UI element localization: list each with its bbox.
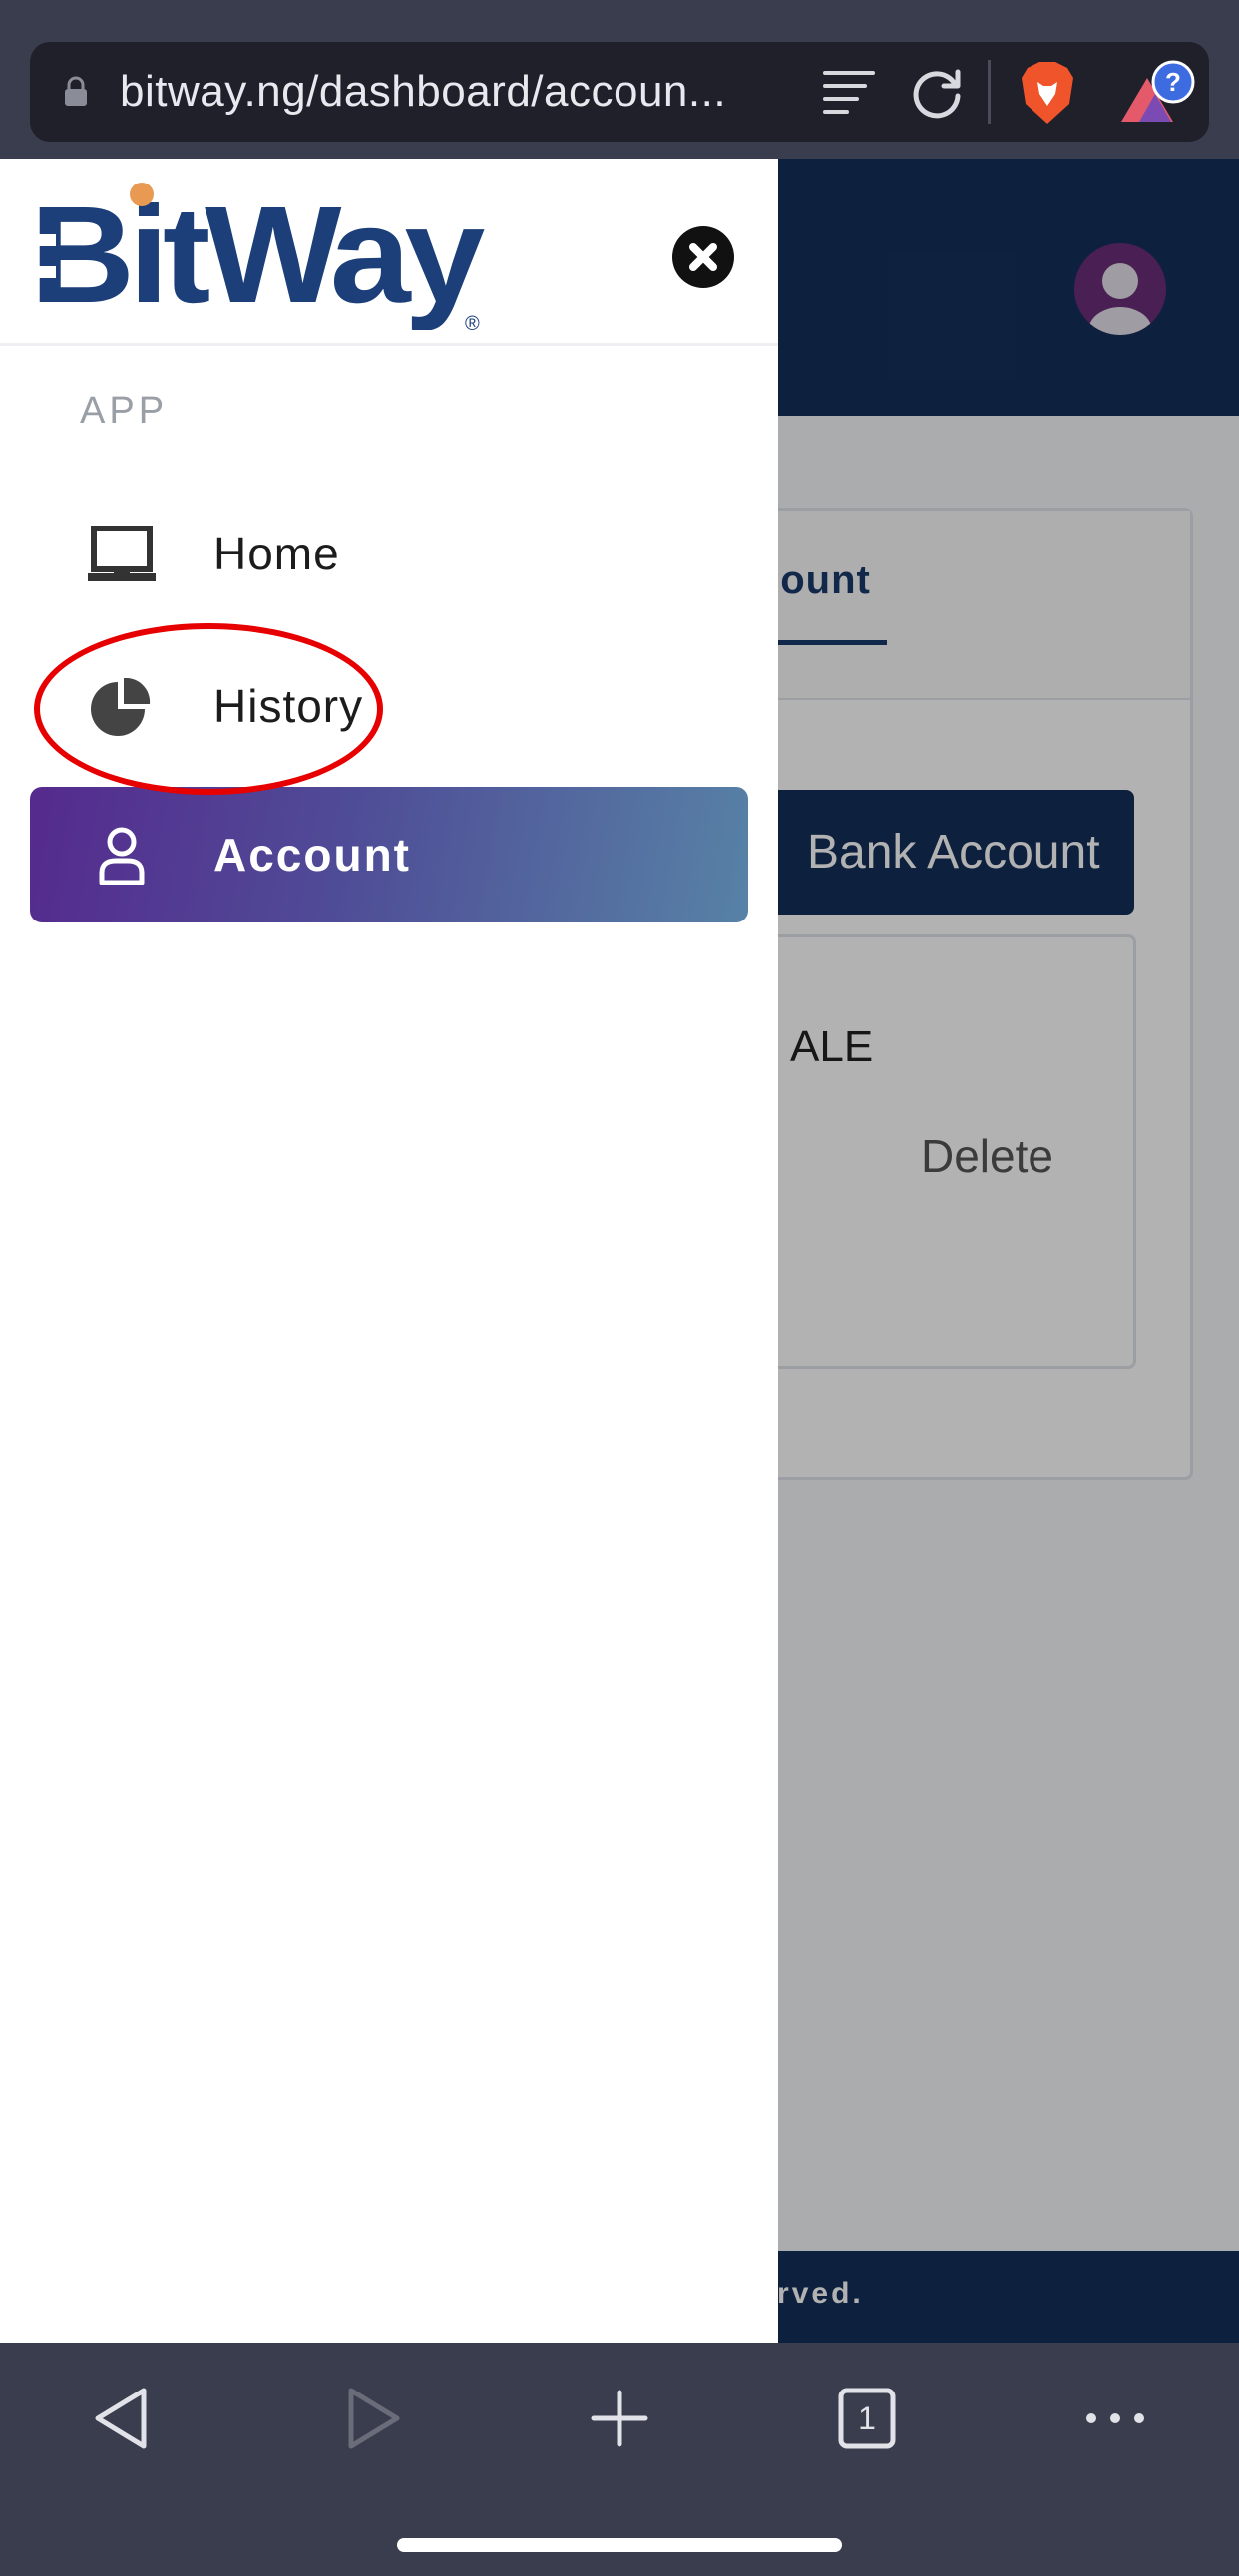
tabs-button[interactable]: 1 xyxy=(827,2379,907,2458)
nav-section-label: APP xyxy=(80,390,169,432)
sidebar-drawer: BitWay ® APP Home History Account xyxy=(0,159,778,2343)
close-icon xyxy=(689,243,717,271)
brave-rewards-icon[interactable]: ? xyxy=(1117,60,1195,126)
drawer-header: BitWay ® xyxy=(0,159,778,346)
more-menu-icon[interactable] xyxy=(1075,2379,1155,2458)
laptop-icon xyxy=(88,526,156,581)
reader-mode-icon[interactable] xyxy=(821,67,877,117)
home-indicator xyxy=(397,2538,842,2552)
reload-icon[interactable] xyxy=(908,64,966,122)
sidebar-item-home[interactable]: Home xyxy=(30,486,748,621)
svg-text:?: ? xyxy=(1165,67,1181,97)
address-bar[interactable]: bitway.ng/dashboard/accoun... ? xyxy=(30,42,1209,142)
back-icon[interactable] xyxy=(84,2379,164,2458)
pie-chart-icon xyxy=(91,678,151,736)
bitway-logo[interactable]: BitWay ® xyxy=(30,181,489,330)
sidebar-item-history[interactable]: History xyxy=(30,638,748,774)
sidebar-item-label: Home xyxy=(213,528,340,579)
web-page: count Bank Account ALE Delete eserved. B… xyxy=(0,159,1239,2343)
sidebar-item-label: History xyxy=(213,680,364,732)
sidebar-item-account[interactable]: Account xyxy=(30,787,748,922)
browser-bottom-toolbar: 1 xyxy=(0,2343,1239,2576)
tab-count: 1 xyxy=(858,2400,876,2436)
toolbar-divider xyxy=(988,60,991,124)
brave-shield-icon[interactable] xyxy=(1018,60,1077,126)
browser-top-bar: bitway.ng/dashboard/accoun... ? xyxy=(0,0,1239,159)
url-text[interactable]: bitway.ng/dashboard/accoun... xyxy=(120,42,818,142)
svg-text:BitWay: BitWay xyxy=(30,181,486,330)
close-drawer-button[interactable] xyxy=(672,226,734,288)
sidebar-item-label: Account xyxy=(213,829,411,881)
lock-icon xyxy=(65,76,87,106)
user-icon xyxy=(99,827,145,885)
svg-text:®: ® xyxy=(465,313,480,330)
new-tab-icon[interactable] xyxy=(580,2379,659,2458)
forward-icon[interactable] xyxy=(331,2379,411,2458)
